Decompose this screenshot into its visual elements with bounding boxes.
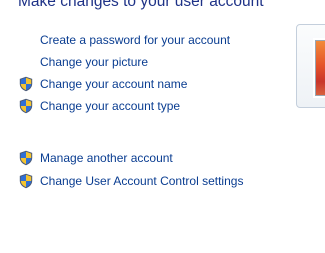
manage-another-account-label: Manage another account (40, 151, 173, 165)
change-picture-link[interactable]: Change your picture (18, 53, 148, 71)
manage-another-account-link[interactable]: Manage another account (18, 149, 173, 167)
create-password-label: Create a password for your account (40, 33, 231, 47)
uac-shield-icon (18, 173, 34, 189)
change-account-name-label: Change your account name (40, 77, 188, 91)
uac-shield-icon (18, 76, 34, 92)
uac-settings-link[interactable]: Change User Account Control settings (18, 172, 243, 190)
create-password-link[interactable]: Create a password for your account (18, 31, 230, 49)
uac-shield-icon (18, 150, 34, 166)
uac-shield-icon (18, 98, 34, 114)
blank-icon-slot (18, 32, 34, 48)
change-account-name-link[interactable]: Change your account name (18, 75, 187, 93)
change-account-type-label: Change your account type (40, 99, 181, 113)
uac-settings-label: Change User Account Control settings (40, 174, 244, 188)
change-picture-label: Change your picture (40, 55, 149, 69)
change-account-type-link[interactable]: Change your account type (18, 97, 180, 115)
user-picture (315, 40, 325, 96)
blank-icon-slot (18, 54, 34, 70)
page-title: Make changes to your user account (18, 0, 264, 10)
